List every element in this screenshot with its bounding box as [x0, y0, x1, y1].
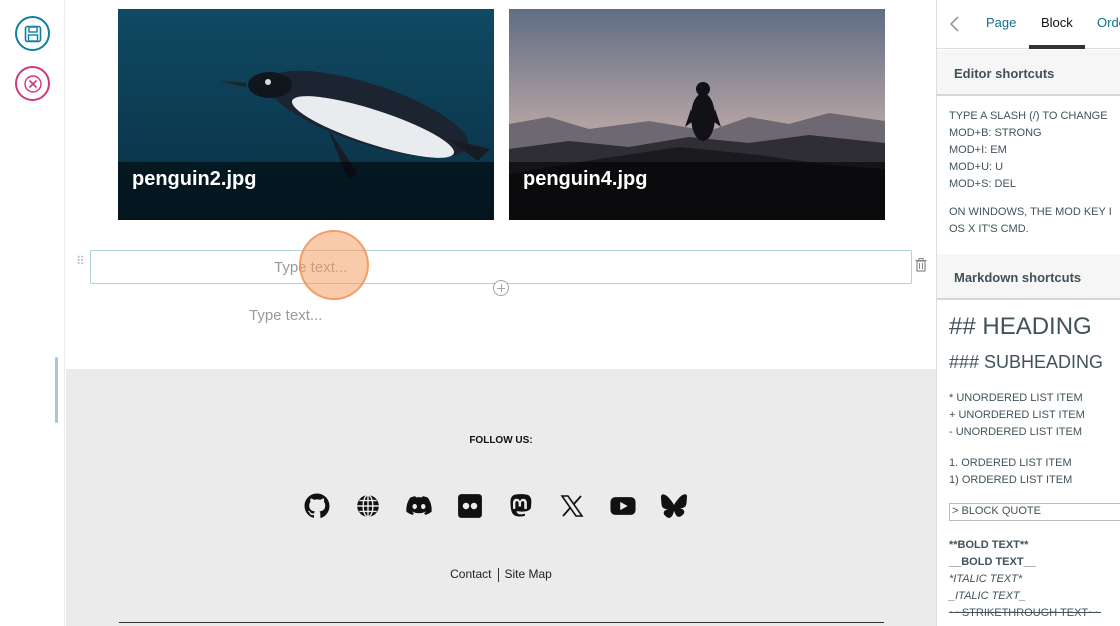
tab-block[interactable]: Block [1041, 15, 1073, 30]
discord-icon[interactable] [406, 493, 432, 519]
scroll-indicator[interactable] [55, 357, 58, 423]
list-example: 1) ORDERED LIST ITEM [949, 474, 1073, 486]
youtube-icon[interactable] [610, 493, 636, 519]
sitemap-link[interactable]: Site Map [505, 567, 552, 581]
flickr-icon[interactable] [457, 493, 483, 519]
tab-page[interactable]: Page [986, 15, 1016, 30]
sidebar-tabs: Page Block Order [937, 0, 1120, 49]
shortcut-item: MOD+I: EM [949, 144, 1007, 156]
markdown-ordered-list: 1. ORDERED LIST ITEM 1) ORDERED LIST ITE… [949, 455, 1072, 489]
link-separator [497, 567, 499, 582]
shortcut-item: MOD+B: STRONG [949, 127, 1042, 139]
save-icon [24, 25, 41, 42]
editor-canvas: penguin2.jpg penguin4.jpg ⠿ Type Type te… [66, 0, 936, 626]
list-example: * UNORDERED LIST ITEM [949, 392, 1083, 404]
bold-example: **BOLD TEXT** [949, 539, 1029, 551]
cancel-button[interactable] [15, 66, 50, 101]
image-card-penguin4[interactable]: penguin4.jpg [509, 9, 885, 220]
strikethrough-example: ~~STRIKETHROUGH TEXT~~ [949, 607, 1102, 619]
editor-shortcuts-list: TYPE A SLASH (/) TO CHANGE MOD+B: STRONG… [949, 108, 1108, 193]
italic-example: *ITALIC TEXT* [949, 573, 1023, 585]
close-icon [23, 74, 42, 93]
right-sidebar: Page Block Order Editor shortcuts TYPE A… [936, 0, 1120, 626]
editor-shortcuts-note: ON WINDOWS, THE MOD KEY I OS X IT'S CMD. [949, 204, 1112, 238]
text-block-input[interactable]: Type text... [90, 250, 912, 284]
contact-link[interactable]: Contact [450, 567, 491, 581]
chevron-left-icon[interactable] [947, 14, 963, 34]
bluesky-icon[interactable] [661, 493, 687, 519]
social-links [304, 493, 687, 519]
x-icon[interactable] [559, 493, 585, 519]
footer-links: Contact Site Map [66, 567, 936, 582]
markdown-shortcuts-header[interactable]: Markdown shortcuts [937, 254, 1120, 300]
editor-shortcuts-header[interactable]: Editor shortcuts [937, 50, 1120, 96]
drag-handle-icon[interactable]: ⠿ [76, 255, 86, 274]
save-button[interactable] [15, 16, 50, 51]
note-line: ON WINDOWS, THE MOD KEY I [949, 206, 1112, 218]
tab-order[interactable]: Order [1097, 15, 1120, 30]
markdown-unordered-list: * UNORDERED LIST ITEM + UNORDERED LIST I… [949, 390, 1085, 441]
markdown-quote-example: > BLOCK QUOTE [949, 503, 1120, 521]
add-block-button[interactable] [493, 280, 509, 296]
markdown-subheading-example: ### SUBHEADING [949, 352, 1104, 372]
bold-example: __BOLD TEXT__ [949, 556, 1036, 568]
app-root: penguin2.jpg penguin4.jpg ⠿ Type Type te… [0, 0, 1120, 626]
left-toolbar [0, 0, 65, 626]
trash-icon[interactable] [915, 258, 927, 272]
markdown-heading-example: ## HEADING [949, 313, 1092, 340]
github-icon[interactable] [304, 493, 330, 519]
italic-example: _ITALIC TEXT_ [949, 590, 1026, 602]
follow-us-label: FOLLOW US: [469, 435, 533, 446]
list-example: + UNORDERED LIST ITEM [949, 409, 1085, 421]
note-line: OS X IT'S CMD. [949, 223, 1029, 235]
mastodon-icon[interactable] [508, 493, 534, 519]
image-card-penguin2[interactable]: penguin2.jpg [118, 9, 494, 220]
globe-icon[interactable] [355, 493, 381, 519]
image-caption: penguin2.jpg [118, 162, 494, 220]
image-caption: penguin4.jpg [509, 162, 885, 220]
active-tab-indicator [1029, 45, 1085, 49]
list-example: 1. ORDERED LIST ITEM [949, 457, 1072, 469]
footer-divider [119, 622, 884, 623]
shortcut-item: MOD+S: DEL [949, 178, 1016, 190]
markdown-inline-examples: **BOLD TEXT** __BOLD TEXT__ *ITALIC TEXT… [949, 537, 1101, 622]
click-indicator [299, 230, 369, 300]
next-block-placeholder[interactable]: Type text... [249, 307, 322, 324]
shortcut-item: MOD+U: U [949, 161, 1004, 173]
list-example: - UNORDERED LIST ITEM [949, 426, 1083, 438]
site-footer: FOLLOW US: Contact Site Map [66, 369, 936, 626]
shortcut-item: TYPE A SLASH (/) TO CHANGE [949, 110, 1108, 122]
